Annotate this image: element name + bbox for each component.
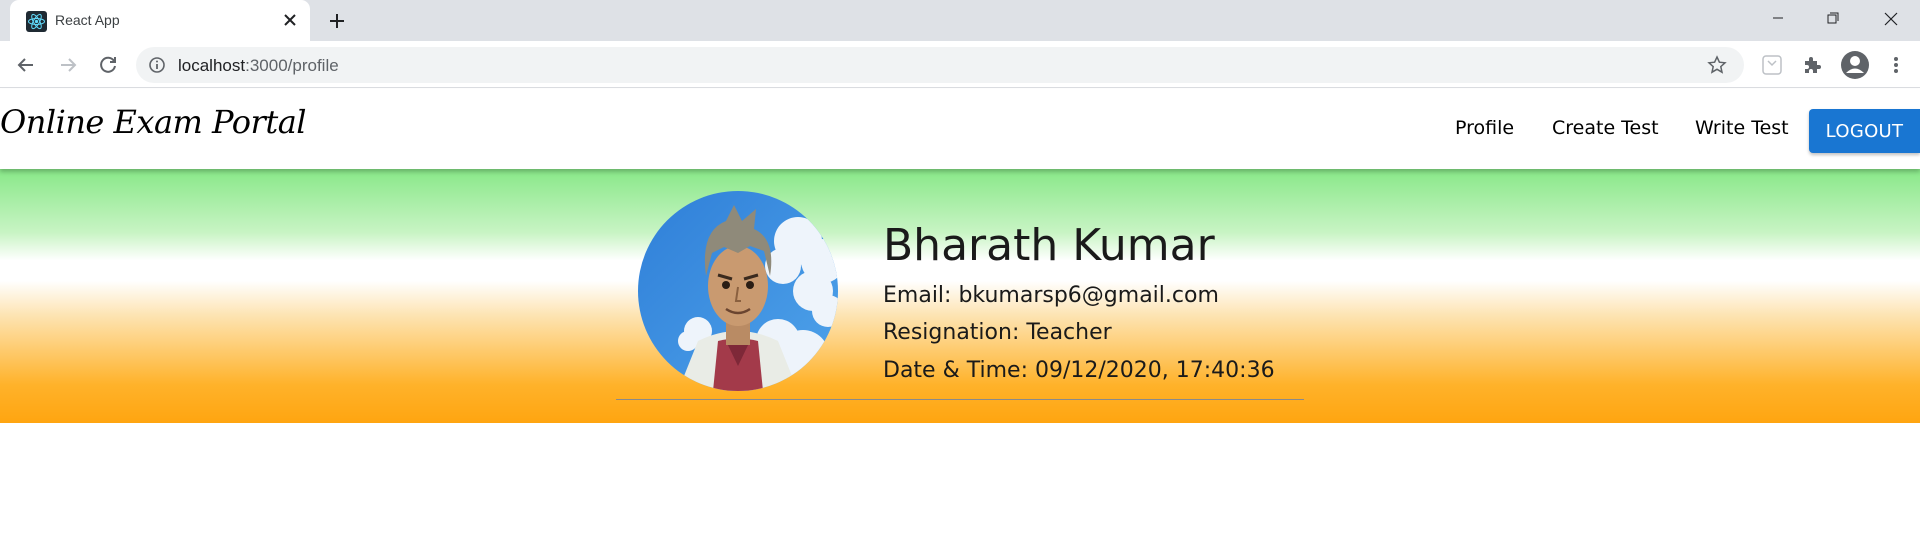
tab-title: React App [55,12,120,28]
profile-role: Resignation: Teacher [883,320,1112,345]
profile-divider [616,399,1304,400]
avatar-illustration [638,191,838,391]
app-navbar: Online Exam Portal Profile Create Test W… [0,89,1920,169]
address-bar[interactable]: localhost:3000/profile [136,47,1744,83]
logout-button[interactable]: LOGOUT [1809,109,1920,153]
back-arrow-icon[interactable] [12,51,40,79]
extension-box-icon[interactable] [1760,53,1784,77]
close-icon[interactable] [280,10,300,30]
avatar [638,191,838,391]
window-close-icon[interactable] [1868,4,1914,36]
browser-tabstrip: React App [0,0,1920,41]
react-favicon-icon [26,11,47,32]
url-text: localhost:3000/profile [178,56,339,76]
nav-link-create-test[interactable]: Create Test [1552,117,1659,139]
restore-icon[interactable] [1810,4,1856,36]
extension-puzzle-icon[interactable] [1800,53,1824,77]
profile-name: Bharath Kumar [883,220,1215,271]
account-icon[interactable] [1840,50,1870,80]
profile-email: Email: bkumarsp6@gmail.com [883,283,1219,308]
page-content: Online Exam Portal Profile Create Test W… [0,89,1920,552]
minimize-icon[interactable] [1755,4,1801,36]
profile-datetime: Date & Time: 09/12/2020, 17:40:36 [883,358,1275,383]
reload-icon[interactable] [94,51,122,79]
brand-title[interactable]: Online Exam Portal [0,103,307,141]
url-path: :3000/profile [245,56,339,75]
nav-link-profile[interactable]: Profile [1455,117,1514,139]
forward-arrow-icon[interactable] [54,51,82,79]
nav-link-write-test[interactable]: Write Test [1695,117,1789,139]
more-vert-icon[interactable] [1884,53,1908,77]
star-icon[interactable] [1707,55,1727,75]
browser-toolbar: localhost:3000/profile [0,41,1920,88]
plus-icon[interactable] [325,9,349,33]
profile-banner: Bharath Kumar Email: bkumarsp6@gmail.com… [0,169,1920,423]
url-host: localhost [178,56,246,75]
info-icon[interactable] [148,56,166,74]
browser-tab[interactable]: React App [10,0,310,41]
